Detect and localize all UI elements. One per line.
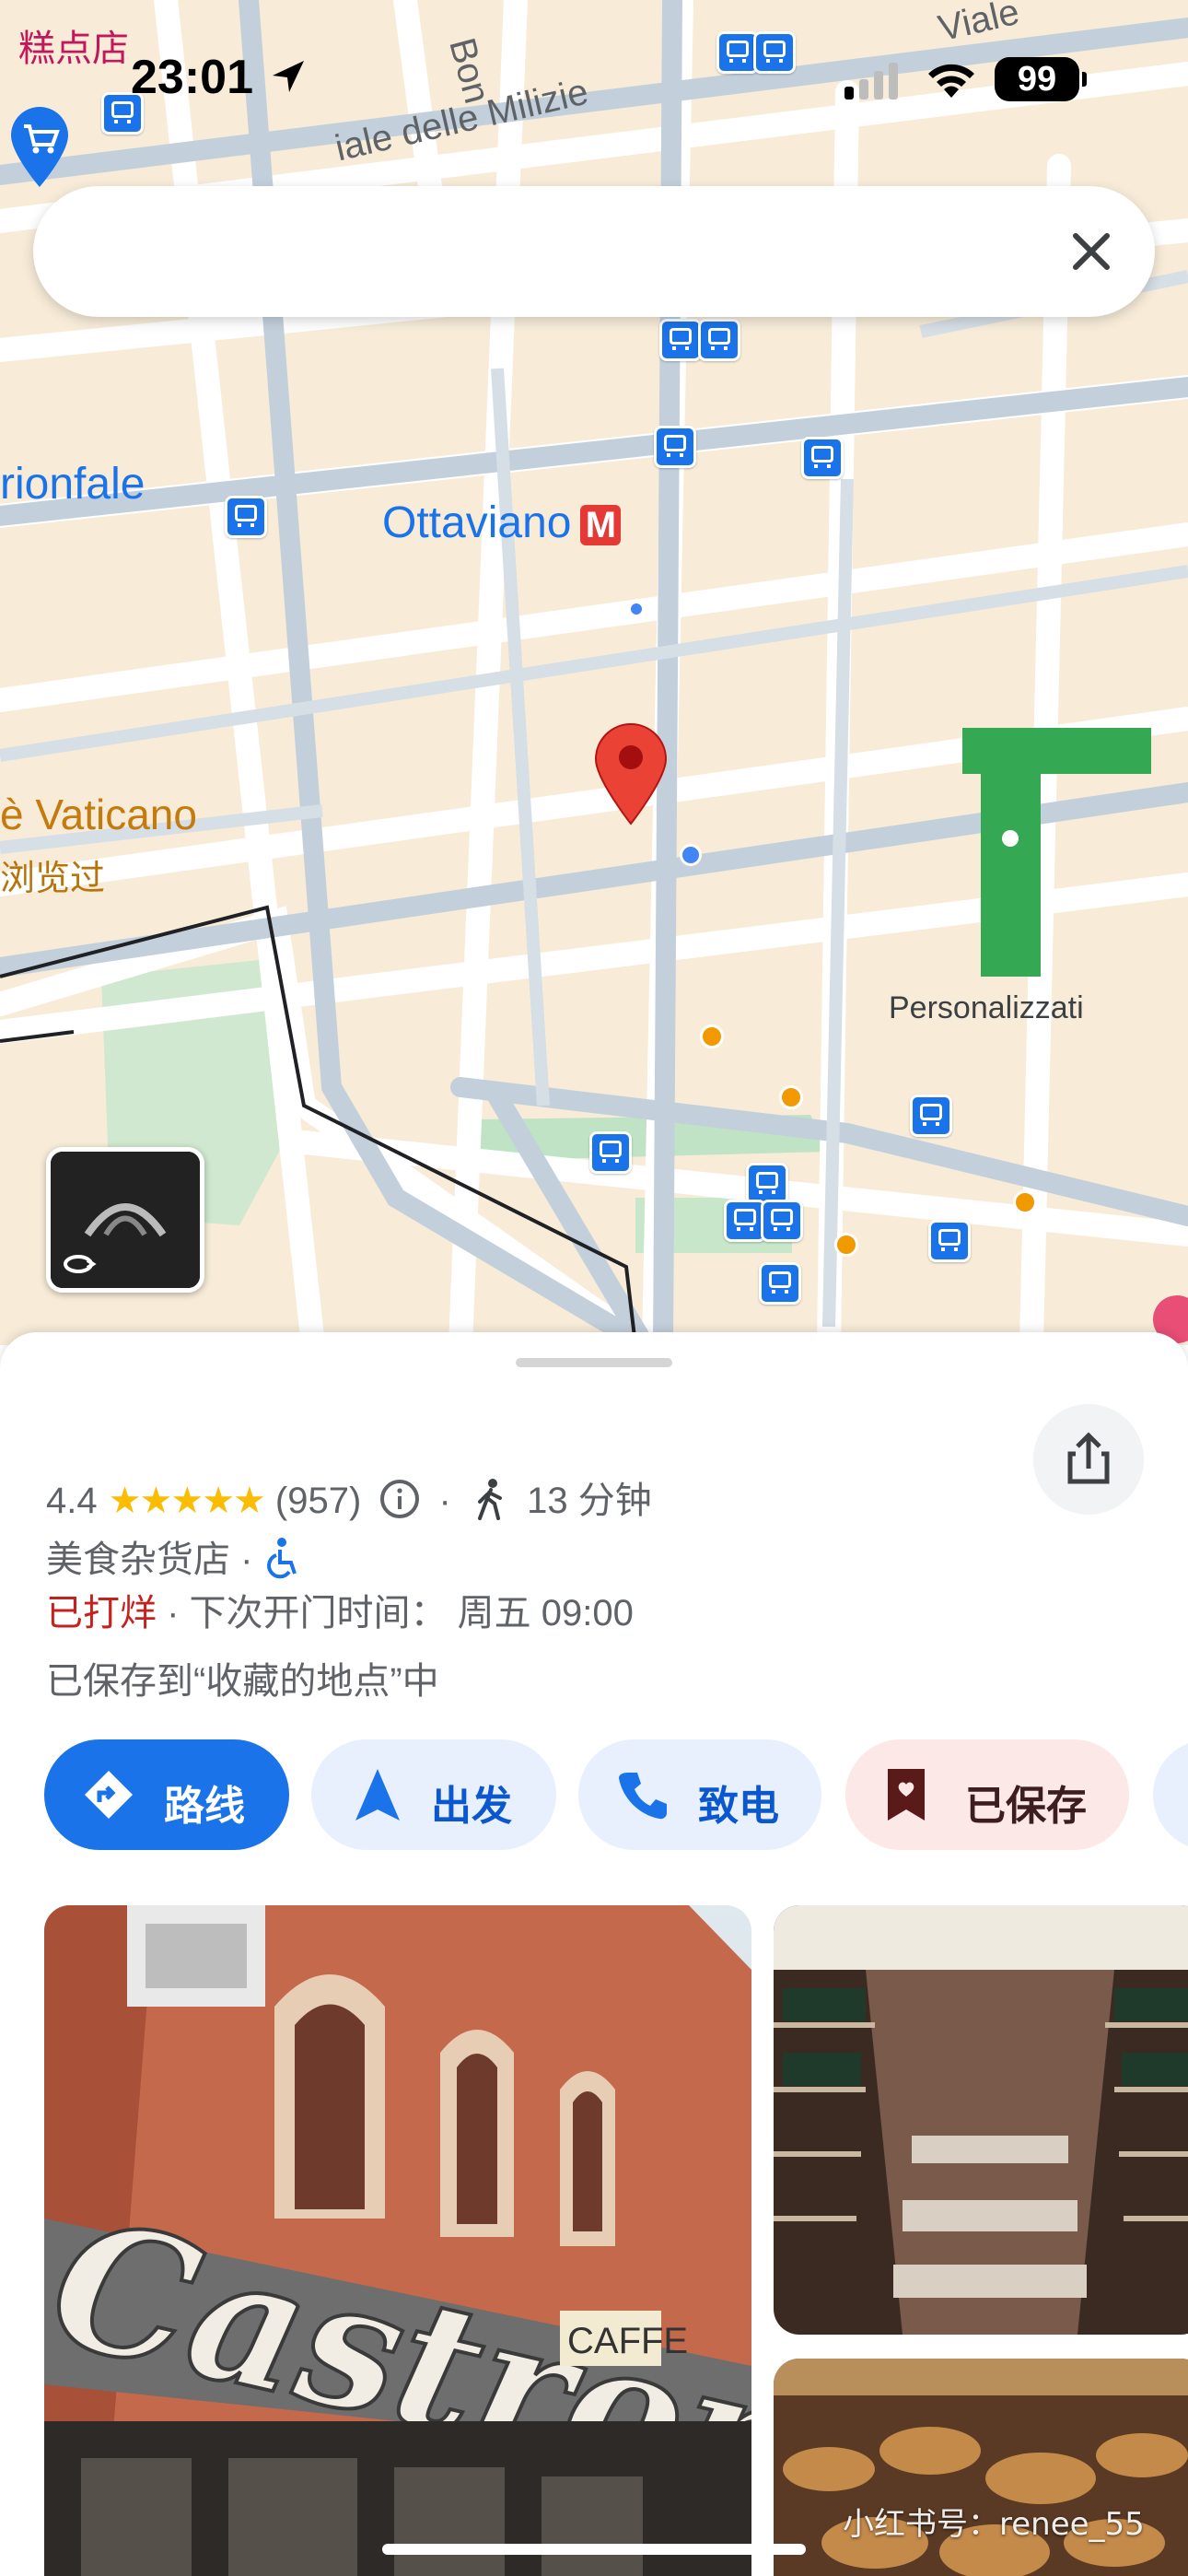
transit-stop-icon[interactable]	[589, 1131, 632, 1174]
transit-stop-icon[interactable]	[910, 1095, 952, 1137]
poi-label-vaticano-visited: 浏览过	[0, 860, 106, 898]
battery-indicator: 99	[995, 57, 1087, 101]
poi-label-vaticano[interactable]: è Vaticano	[0, 790, 197, 839]
wheelchair-accessible-icon[interactable]	[263, 1537, 300, 1579]
review-count[interactable]: (957)	[275, 1481, 361, 1521]
close-icon[interactable]	[1059, 219, 1124, 284]
store-interior-image	[774, 1905, 1188, 2335]
saved-bookmark-icon	[888, 1769, 925, 1821]
share-icon	[1067, 1432, 1110, 1484]
transit-stop-icon[interactable]	[659, 319, 702, 361]
share-button[interactable]	[1033, 1404, 1144, 1515]
street-view-icon	[51, 1152, 200, 1288]
start-label: 出发	[431, 1784, 512, 1829]
metro-icon: M	[580, 505, 622, 546]
photo-storefront[interactable]: Castroni CAFFE	[44, 1905, 751, 2576]
status-bar: 糕点店 23:01 99	[0, 0, 1188, 166]
street-view-thumbnail[interactable]	[46, 1147, 204, 1293]
poi-label-trionfale[interactable]: rionfale	[0, 459, 145, 509]
poi-dot[interactable]	[1013, 1190, 1037, 1214]
walk-time: 13 分钟	[527, 1481, 652, 1521]
separator-dot: ·	[438, 1481, 451, 1521]
call-button[interactable]: 致电	[578, 1739, 821, 1850]
storefront-image: Castroni CAFFE	[44, 1905, 751, 2576]
sheet-drag-handle[interactable]	[516, 1358, 672, 1367]
transit-stop-icon[interactable]	[801, 437, 844, 479]
watermark: 小红书号：renee_55	[843, 2506, 1145, 2543]
separator-dot: ·	[157, 1593, 190, 1633]
info-icon[interactable]	[379, 1478, 421, 1520]
status-time: 23:01	[131, 51, 253, 104]
place-category: 美食杂货店	[46, 1540, 230, 1580]
photo-interior[interactable]	[774, 1905, 1188, 2335]
poi-dot[interactable]	[680, 844, 702, 866]
directions-icon	[85, 1771, 133, 1819]
start-button[interactable]: 出发	[311, 1739, 556, 1850]
wifi-icon	[928, 64, 974, 98]
hours-row[interactable]: 已打烊 · 下次开门时间： 周五 09:00	[46, 1583, 634, 1636]
shop-category-tag: 糕点店	[18, 28, 129, 70]
route-button[interactable]: 路线	[44, 1739, 289, 1850]
navigation-arrow-icon	[355, 1769, 400, 1821]
saved-note: 已保存到“收藏的地点”中	[46, 1661, 439, 1702]
transit-stop-icon[interactable]	[759, 1262, 801, 1305]
saved-label: 已保存	[965, 1784, 1087, 1829]
transit-stop-icon[interactable]	[225, 496, 267, 538]
separator-dot: ·	[230, 1540, 263, 1580]
poi-dot[interactable]	[834, 1233, 858, 1257]
poi-dot[interactable]	[700, 1025, 724, 1048]
transit-stop-icon[interactable]	[761, 1200, 803, 1242]
location-arrow-icon	[273, 61, 304, 92]
closed-status: 已打烊	[46, 1593, 157, 1633]
place-marker-icon[interactable]	[593, 722, 669, 825]
poi-label-ottaviano[interactable]: Ottaviano M	[382, 498, 622, 548]
next-open-time: 下次开门时间： 周五 09:00	[189, 1593, 634, 1633]
call-label: 致电	[698, 1784, 779, 1829]
cellular-signal-icon	[844, 63, 898, 100]
search-bar[interactable]	[33, 186, 1155, 317]
rating-value: 4.4	[46, 1481, 98, 1521]
route-label: 路线	[164, 1784, 245, 1829]
poi-dot[interactable]	[628, 601, 645, 617]
walking-icon	[478, 1479, 502, 1520]
category-row: 美食杂货店 ·	[46, 1529, 300, 1583]
transit-stop-icon[interactable]	[698, 319, 740, 361]
saved-button[interactable]: 已保存	[845, 1739, 1129, 1850]
rating-stars-icon: ★★★★★	[108, 1481, 266, 1521]
caffe-sign: CAFFE	[567, 2321, 688, 2361]
transit-stop-icon[interactable]	[654, 426, 696, 468]
ottaviano-label: Ottaviano	[382, 498, 572, 547]
transit-stop-icon[interactable]	[928, 1220, 971, 1262]
rating-row: 4.4 ★★★★★ (957) · 13 分钟	[46, 1470, 652, 1524]
poi-label-personalizzati[interactable]: Personalizzati	[889, 990, 1084, 1026]
poi-dot[interactable]	[779, 1085, 803, 1109]
home-indicator[interactable]	[382, 2544, 806, 2555]
phone-icon	[619, 1773, 667, 1820]
